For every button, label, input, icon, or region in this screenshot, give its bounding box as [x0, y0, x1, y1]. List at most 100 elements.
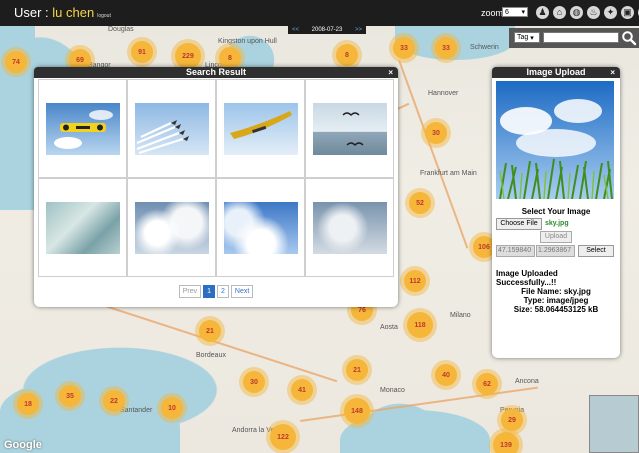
marker-cluster[interactable]: 52 — [409, 192, 431, 214]
zoom-select[interactable]: 6 ▾ — [502, 7, 528, 17]
map-place-label: Kingston upon Hull — [218, 38, 277, 45]
result-cell[interactable] — [38, 79, 127, 178]
file-info: File Name: sky.jpg Type: image/jpeg Size… — [492, 287, 620, 314]
marker-cluster[interactable]: 112 — [404, 270, 426, 292]
map-place-label: Ancona — [515, 378, 539, 385]
tag-type-select[interactable]: Tag ▾ — [514, 32, 540, 43]
select-image-title: Select Your Image — [521, 207, 591, 216]
marker-cluster[interactable]: 229 — [175, 43, 201, 69]
marker-cluster[interactable]: 74 — [5, 51, 27, 73]
date-prev-button[interactable]: << — [292, 27, 299, 33]
search-result-title: Search Result — [185, 67, 247, 77]
user-label: User : lu chen logout — [14, 5, 111, 20]
marker-cluster[interactable]: 8 — [219, 47, 241, 69]
tag-search-input[interactable] — [543, 32, 619, 43]
compass-icon[interactable]: ✦ — [604, 6, 617, 19]
fire-icon[interactable]: ♨ — [587, 6, 600, 19]
home-icon[interactable]: ⌂ — [553, 6, 566, 19]
map-place-label: Bordeaux — [196, 352, 226, 359]
date-navigator: << 2008-07-23 >> — [288, 26, 366, 34]
chevron-down-icon: ▾ — [521, 9, 525, 16]
marker-cluster[interactable]: 30 — [425, 122, 447, 144]
marker-cluster[interactable]: 21 — [199, 320, 221, 342]
marker-cluster[interactable]: 33 — [393, 37, 415, 59]
logout-link[interactable]: logout — [97, 13, 111, 19]
search-icon[interactable] — [621, 30, 637, 46]
map-place-label: Aosta — [380, 324, 398, 331]
marker-cluster[interactable]: 22 — [103, 390, 125, 412]
marker-cluster[interactable]: 40 — [435, 364, 457, 386]
yellow-kite-thumbnail[interactable] — [45, 102, 120, 155]
toolbar-icons: ♟ ⌂ ◍ ♨ ✦ ▣ i — [536, 6, 639, 19]
jet-formation-thumbnail[interactable] — [134, 102, 209, 155]
overview-minimap[interactable] — [589, 395, 639, 453]
zoom-value: 6 — [505, 8, 509, 16]
person-icon[interactable]: ♟ — [536, 6, 549, 19]
globe-icon[interactable]: ◍ — [570, 6, 583, 19]
marker-cluster[interactable]: 62 — [476, 373, 498, 395]
marker-cluster[interactable]: 118 — [407, 312, 433, 338]
marker-cluster[interactable]: 139 — [493, 432, 519, 453]
result-cell[interactable] — [216, 178, 305, 277]
result-cell[interactable] — [305, 178, 394, 277]
chevron-down-icon: ▾ — [530, 34, 534, 42]
marker-cluster[interactable]: 148 — [344, 398, 370, 424]
birds-over-sea-thumbnail[interactable] — [312, 102, 387, 155]
choose-file-button[interactable]: Choose File — [496, 218, 542, 230]
close-icon[interactable]: × — [388, 67, 393, 78]
user-name: lu chen — [52, 5, 95, 20]
upload-button[interactable]: Upload — [540, 231, 572, 243]
result-grid — [38, 79, 394, 277]
current-date: 2008-07-23 — [311, 27, 343, 33]
pager-page-2[interactable]: 2 — [217, 285, 229, 298]
longitude-field[interactable]: 1.2963867 — [536, 245, 575, 257]
marker-cluster[interactable]: 30 — [243, 371, 265, 393]
map-place-label: Hannover — [428, 90, 459, 97]
marker-cluster[interactable]: 91 — [131, 41, 153, 63]
storm-clouds-thumbnail[interactable] — [312, 201, 387, 254]
map-place-label: Frankfurt am Main — [420, 170, 477, 177]
image-upload-header: Image Upload × — [492, 67, 620, 78]
map-attribution: Google — [4, 439, 42, 451]
marker-cluster[interactable]: 21 — [346, 359, 368, 381]
result-cell[interactable] — [127, 79, 216, 178]
marker-cluster[interactable]: 10 — [161, 397, 183, 419]
cloudscape-thumbnail[interactable] — [134, 201, 209, 254]
latitude-field[interactable]: 47.159840 — [496, 245, 535, 257]
marker-cluster[interactable]: 41 — [291, 379, 313, 401]
top-bar: User : lu chen logout zoom: 6 ▾ ♟ ⌂ ◍ ♨ ✦ … — [0, 0, 639, 26]
marker-cluster[interactable]: 33 — [435, 37, 457, 59]
pager-prev-button[interactable]: Prev — [178, 285, 202, 298]
result-cell[interactable] — [127, 178, 216, 277]
camera-icon[interactable]: ▣ — [621, 6, 634, 19]
blue-cloud-thumbnail[interactable] — [223, 201, 298, 254]
marker-cluster[interactable]: 18 — [17, 393, 39, 415]
upload-success-message: Image Uploaded Successfully...!! — [496, 269, 558, 287]
uploaded-image-preview — [496, 81, 614, 199]
marker-cluster[interactable]: 122 — [270, 424, 296, 450]
ice-wall-thumbnail[interactable] — [45, 201, 120, 254]
yellow-glider-thumbnail[interactable] — [223, 102, 298, 155]
marker-cluster[interactable]: 8 — [336, 44, 358, 66]
tag-search-bar: Tag ▾ — [509, 28, 639, 48]
pager-page-1[interactable]: 1 — [203, 285, 215, 298]
sea-area — [0, 20, 35, 210]
tag-select-value: Tag — [517, 34, 529, 41]
map-place-label: Monaco — [380, 387, 405, 394]
marker-cluster[interactable]: 29 — [501, 409, 523, 431]
map-place-label: Douglas — [108, 26, 134, 33]
map-road — [398, 60, 469, 249]
date-next-button[interactable]: >> — [355, 27, 362, 33]
map-place-label: Schwerin — [470, 44, 499, 51]
result-cell[interactable] — [305, 79, 394, 178]
map-place-label: Santander — [120, 407, 153, 414]
result-cell[interactable] — [38, 178, 127, 277]
pager-next-button[interactable]: Next — [230, 285, 254, 298]
chosen-file-name: sky.jpg — [545, 220, 569, 227]
marker-cluster[interactable]: 35 — [59, 385, 81, 407]
image-upload-title: Image Upload — [526, 67, 586, 77]
search-result-header: Search Result × — [34, 67, 398, 78]
result-cell[interactable] — [216, 79, 305, 178]
close-icon[interactable]: × — [610, 67, 615, 78]
select-location-button[interactable]: Select — [578, 245, 614, 257]
